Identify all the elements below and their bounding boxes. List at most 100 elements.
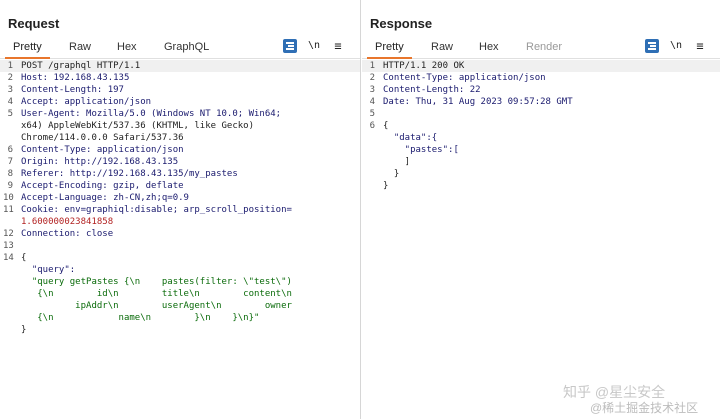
response-code-line: 2 Content-Type: application/json [362,72,720,84]
response-code-line: 6{ [362,120,720,132]
request-code-line: 8 Referer: http://192.168.43.135/my_paste… [0,168,360,180]
response-code-line: "pastes":[ [362,144,720,156]
response-editor[interactable]: 1 HTTP/1.1 200 OK 2 Content-Type: applicati… [362,60,720,419]
code-text: Content-Type: application/json [21,145,184,155]
code-text: Date: Thu, 31 Aug 2023 09:57:28 GMT [383,97,573,107]
request-tab-pretty[interactable]: Pretty [5,41,50,59]
code-text: { [383,121,389,131]
line-number: 3 [7,85,13,95]
request-code-line: 11 Cookie: env=graphiql:disable; arp_scro… [0,204,360,216]
request-code-line: 6 Content-Type: application/json [0,144,360,156]
code-text: ipAddr\n userAgent\n owner [21,301,292,311]
response-tab-hex[interactable]: Hex [479,41,499,53]
line-number: 8 [7,169,13,179]
response-code-line: } [362,168,720,180]
request-code-line: 5 User-Agent: Mozilla/5.0 (Windows NT 10.… [0,108,360,120]
response-newline-toggle[interactable]: \n [669,39,683,53]
line-number: 12 [3,229,14,239]
response-code-line: 3 Content-Length: 22 [362,84,720,96]
response-tab-render[interactable]: Render [526,41,562,53]
request-pretty-toggle-icon[interactable] [283,39,297,53]
response-code-line: ] [362,156,720,168]
response-tab-raw[interactable]: Raw [431,41,453,53]
request-editor[interactable]: 1 POST /graphql HTTP/1.1 2 Host: 192.168.43… [0,60,360,419]
request-code-line: ipAddr\n userAgent\n owner [0,300,360,312]
request-code-line: 10 Accept-Language: zh-CN,zh;q=0.9 [0,192,360,204]
request-code-line: "query getPastes {\n pastes(filter: \"te… [0,276,360,288]
response-code-line: 5 [362,108,720,120]
code-text: Origin: http://192.168.43.135 [21,157,179,167]
code-text: "query getPastes {\n pastes(filter: \"te… [21,277,292,287]
code-text: Accept: application/json [21,97,152,107]
request-code-line: 3 Content-Length: 197 [0,84,360,96]
request-code-line: 2 Host: 192.168.43.135 [0,72,360,84]
response-code-line: 1 HTTP/1.1 200 OK [362,60,720,72]
code-text: Content-Length: 22 [383,85,481,95]
request-code-line: Chrome/114.0.0.0 Safari/537.36 [0,132,360,144]
code-text: "query": [21,265,76,275]
watermark-juejin: @稀土掘金技术社区 [590,401,699,415]
code-text: Accept-Encoding: gzip, deflate [21,181,184,191]
request-tab-hex[interactable]: Hex [117,41,137,53]
response-tabs: Pretty Raw Hex Render \n ≡ [362,39,720,59]
code-text: Referer: http://192.168.43.135/my_pastes [21,169,238,179]
code-text: Host: 192.168.43.135 [21,73,130,83]
line-number: 4 [7,97,13,107]
line-number: 5 [7,109,13,119]
line-number: 4 [369,97,375,107]
line-number: 5 [369,109,375,119]
code-text: Chrome/114.0.0.0 Safari/537.36 [21,133,184,143]
response-code-line: 4 Date: Thu, 31 Aug 2023 09:57:28 GMT [362,96,720,108]
request-tab-graphql[interactable]: GraphQL [164,41,209,53]
request-code-line: 13 [0,240,360,252]
code-text: "data":{ [383,133,438,143]
request-code-line: {\n id\n title\n content\n [0,288,360,300]
line-number: 7 [7,157,13,167]
line-number: 11 [3,205,14,215]
line-number: 3 [369,85,375,95]
response-pane: Response Pretty Raw Hex Render \n ≡ 1 HTT… [362,0,720,419]
code-text: x64) AppleWebKit/537.36 (KHTML, like Gec… [21,121,254,131]
request-code-line: 9 Accept-Encoding: gzip, deflate [0,180,360,192]
request-code-line: 12 Connection: close [0,228,360,240]
code-text: { [21,253,27,263]
response-title: Response [370,16,433,31]
code-text: Accept-Language: zh-CN,zh;q=0.9 [21,193,189,203]
response-menu-icon[interactable]: ≡ [693,39,707,53]
code-text: } [383,169,400,179]
request-code-line: {\n name\n }\n }\n}" [0,312,360,324]
code-text: } [383,181,389,191]
line-number: 9 [7,181,13,191]
request-tab-raw[interactable]: Raw [69,41,91,53]
code-text: Connection: close [21,229,114,239]
request-code-line [0,336,360,348]
code-text: POST /graphql HTTP/1.1 [21,61,141,71]
response-tab-pretty[interactable]: Pretty [367,41,412,59]
request-newline-toggle[interactable]: \n [307,39,321,53]
request-pane: Request Pretty Raw Hex GraphQL \n ≡ 1 POS… [0,0,361,419]
request-code-line: 14 { [0,252,360,264]
line-number: 14 [3,253,14,263]
response-pretty-toggle-icon[interactable] [645,39,659,53]
code-text: ] [383,157,411,167]
request-code-line: 1.600000023841858 [0,216,360,228]
line-number: 2 [7,73,13,83]
code-text: Cookie: env=graphiql:disable; arp_scroll… [21,205,292,215]
line-number: 6 [7,145,13,155]
code-text: {\n id\n title\n content\n [21,289,292,299]
code-text: {\n name\n }\n }\n}" [21,313,260,323]
request-code-line: 4 Accept: application/json [0,96,360,108]
request-code-line: 7 Origin: http://192.168.43.135 [0,156,360,168]
code-text: HTTP/1.1 200 OK [383,61,465,71]
request-menu-icon[interactable]: ≡ [331,39,345,53]
request-tabs: Pretty Raw Hex GraphQL \n ≡ [0,39,360,59]
code-text: 1.600000023841858 [21,217,114,227]
request-code-line: "query": [0,264,360,276]
request-title: Request [8,16,60,31]
line-number: 6 [369,121,375,131]
code-text: Content-Length: 197 [21,85,124,95]
line-number: 10 [3,193,14,203]
request-code-line: 1 POST /graphql HTTP/1.1 [0,60,360,72]
response-code-line: } [362,180,720,192]
code-text: "pastes":[ [383,145,459,155]
